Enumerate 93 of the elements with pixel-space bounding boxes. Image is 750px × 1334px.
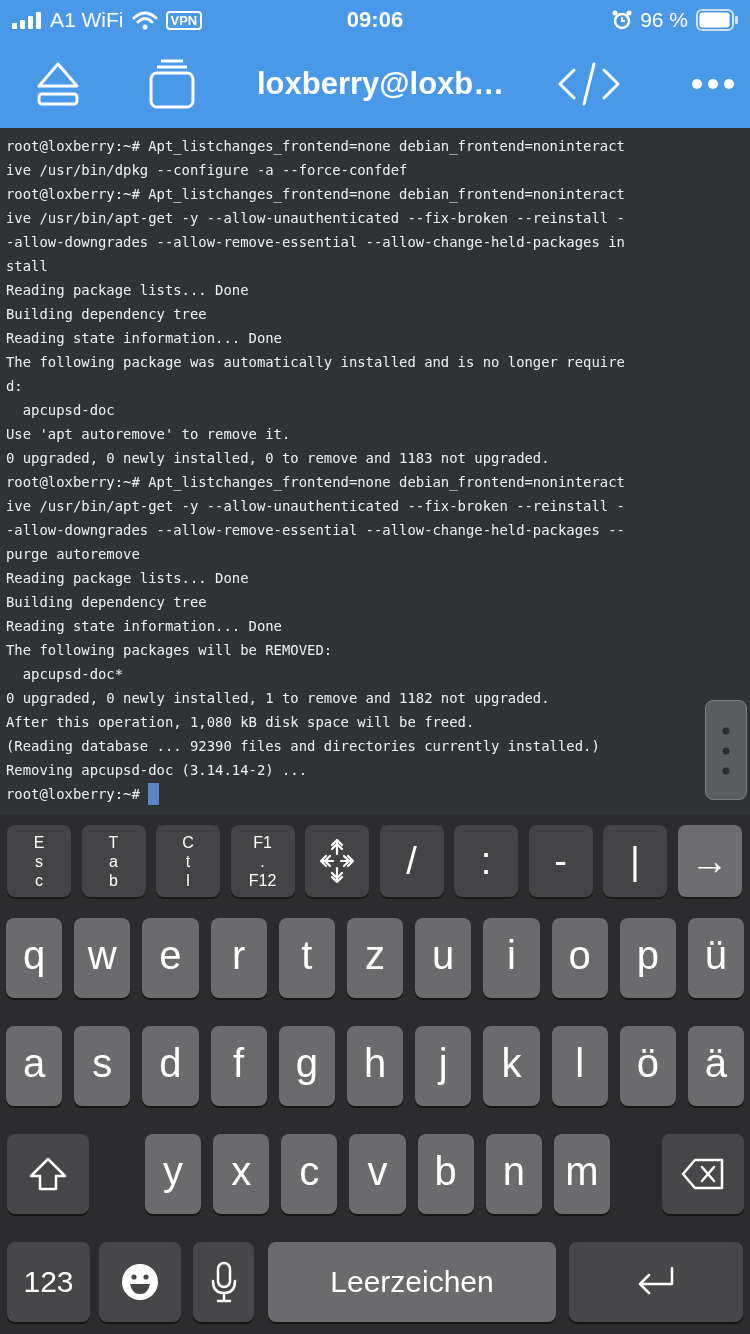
terminal-line: stall bbox=[6, 257, 48, 276]
key-button[interactable]: - bbox=[528, 825, 593, 897]
terminal-line: Building dependency tree bbox=[6, 305, 207, 324]
terminal-line: Reading package lists... Done bbox=[6, 569, 249, 588]
terminal-line: apcupsd-doc* bbox=[21, 665, 124, 684]
key-button[interactable]: s bbox=[74, 1026, 131, 1106]
key-button[interactable]: e bbox=[142, 918, 199, 998]
carrier-label: A1 WiFi bbox=[50, 8, 124, 32]
tabs-icon[interactable] bbox=[149, 59, 195, 109]
four-arrows-icon bbox=[317, 836, 357, 886]
key-button[interactable]: d bbox=[142, 1026, 199, 1106]
terminal-line: Reading state information... Done bbox=[6, 329, 282, 348]
alarm-icon bbox=[612, 10, 633, 30]
key-button[interactable]: q bbox=[6, 918, 63, 998]
terminal-line: root@loxberry:~# bbox=[6, 785, 141, 804]
terminal-line: ive /usr/bin/dpkg --configure -a --force-confdef bbox=[6, 161, 408, 180]
key-button[interactable]: t bbox=[278, 918, 335, 998]
battery-icon bbox=[696, 9, 738, 31]
terminal-line: The following package was automatically installed and is no longer require bbox=[6, 353, 625, 372]
terminal-line: 0 upgraded, 0 newly installed, 1 to remove and 1182 not upgraded. bbox=[6, 689, 550, 708]
smiley-icon bbox=[121, 1263, 159, 1301]
key-button[interactable]: ä bbox=[687, 1026, 745, 1106]
clock: 09:06 bbox=[346, 7, 404, 33]
session-title: loxberry@loxb… bbox=[257, 66, 505, 102]
terminal-line: root@loxberry:~# Apt_listchanges_frontend=none debian_frontend=noninteract bbox=[6, 137, 625, 157]
terminal-line: (Reading database ... 92390 files and directories currently installed.) bbox=[6, 737, 600, 756]
terminal-line: purge autoremove bbox=[6, 545, 140, 564]
key-button[interactable]: o bbox=[551, 918, 608, 998]
code-icon[interactable] bbox=[558, 60, 621, 108]
shift-button[interactable] bbox=[7, 1134, 89, 1214]
terminal-line: -allow-downgrades --allow-remove-essential --allow-change-held-packages -- bbox=[6, 521, 625, 540]
key-button[interactable]: E s c bbox=[7, 825, 71, 897]
arrow-keys-button[interactable] bbox=[305, 825, 369, 897]
key-button[interactable]: j bbox=[415, 1026, 472, 1106]
key-button[interactable]: g bbox=[278, 1026, 335, 1106]
key-button[interactable]: f bbox=[210, 1026, 267, 1106]
key-button[interactable]: a bbox=[6, 1026, 63, 1106]
key-button[interactable]: n bbox=[485, 1134, 542, 1214]
key-button[interactable]: c bbox=[281, 1134, 338, 1214]
terminal-line: d: bbox=[6, 377, 23, 396]
signal-icon bbox=[12, 11, 42, 29]
terminal-line: ive /usr/bin/apt-get -y --allow-unauthenticated --fix-broken --reinstall - bbox=[6, 497, 625, 516]
terminal-line: The following packages will be REMOVED: bbox=[6, 641, 333, 660]
emoji-button[interactable] bbox=[99, 1242, 181, 1322]
key-button[interactable]: u bbox=[415, 918, 472, 998]
scroll-handle[interactable] bbox=[705, 700, 747, 800]
key-button[interactable]: F1 . F12 bbox=[230, 825, 295, 897]
key-button[interactable]: r bbox=[210, 918, 267, 998]
key-button[interactable]: x bbox=[213, 1134, 270, 1214]
key-button[interactable]: T a b bbox=[81, 825, 146, 897]
key-button[interactable]: p bbox=[619, 918, 676, 998]
terminal-line: Reading state information... Done bbox=[6, 617, 282, 636]
key-button[interactable]: ü bbox=[687, 918, 745, 998]
microphone-icon bbox=[210, 1261, 237, 1303]
backspace-button[interactable] bbox=[662, 1134, 744, 1214]
eject-icon[interactable] bbox=[36, 61, 80, 107]
key-button[interactable]: | bbox=[603, 825, 667, 897]
key-button[interactable]: z bbox=[346, 918, 404, 998]
wifi-icon bbox=[131, 10, 158, 30]
key-button[interactable]: ö bbox=[619, 1026, 676, 1106]
terminal-line: Use 'apt autoremove' to remove it. bbox=[6, 425, 291, 444]
key-button[interactable]: b bbox=[417, 1134, 474, 1214]
key-button[interactable]: : bbox=[454, 825, 518, 897]
key-button[interactable]: y bbox=[144, 1134, 202, 1214]
key-button[interactable]: k bbox=[483, 1026, 540, 1106]
dictation-button[interactable] bbox=[193, 1242, 254, 1322]
numbers-button[interactable]: 123 bbox=[7, 1242, 90, 1322]
key-button[interactable]: v bbox=[349, 1134, 406, 1214]
shift-icon bbox=[27, 1156, 68, 1192]
terminal-line: 0 upgraded, 0 newly installed, 0 to remove and 1183 not upgraded. bbox=[6, 449, 550, 468]
key-button[interactable]: C t l bbox=[156, 825, 220, 897]
backspace-icon bbox=[681, 1158, 725, 1190]
more-icon[interactable] bbox=[692, 79, 735, 89]
battery-percent: 96 % bbox=[640, 8, 688, 32]
terminal-line: root@loxberry:~# Apt_listchanges_frontend=none debian_frontend=noninteract bbox=[6, 185, 625, 205]
key-button[interactable]: i bbox=[483, 918, 540, 998]
terminal-line: apcupsd-doc bbox=[21, 401, 115, 420]
key-button[interactable]: → bbox=[677, 825, 742, 897]
key-button[interactable]: m bbox=[553, 1134, 611, 1214]
space-bar[interactable]: Leerzeichen bbox=[268, 1242, 556, 1322]
key-button[interactable]: l bbox=[551, 1026, 608, 1106]
grip-icon bbox=[722, 727, 730, 775]
terminal-line: After this operation, 1,080 kB disk space will be freed. bbox=[6, 713, 475, 732]
terminal-line: Removing apcupsd-doc (3.14.14-2) ... bbox=[6, 761, 308, 780]
terminal-line: -allow-downgrades --allow-remove-essential --allow-change-held-packages in bbox=[6, 233, 625, 252]
terminal-line: ive /usr/bin/apt-get -y --allow-unauthenticated --fix-broken --reinstall - bbox=[6, 209, 625, 228]
key-button[interactable]: / bbox=[379, 825, 444, 897]
key-button[interactable]: w bbox=[74, 918, 131, 998]
terminal-line: root@loxberry:~# Apt_listchanges_frontend=none debian_frontend=noninteract bbox=[6, 473, 625, 493]
vpn-badge: VPN bbox=[165, 10, 203, 30]
terminal-line: Reading package lists... Done bbox=[6, 281, 249, 300]
key-button[interactable]: h bbox=[346, 1026, 404, 1106]
terminal-line: Building dependency tree bbox=[6, 593, 207, 612]
